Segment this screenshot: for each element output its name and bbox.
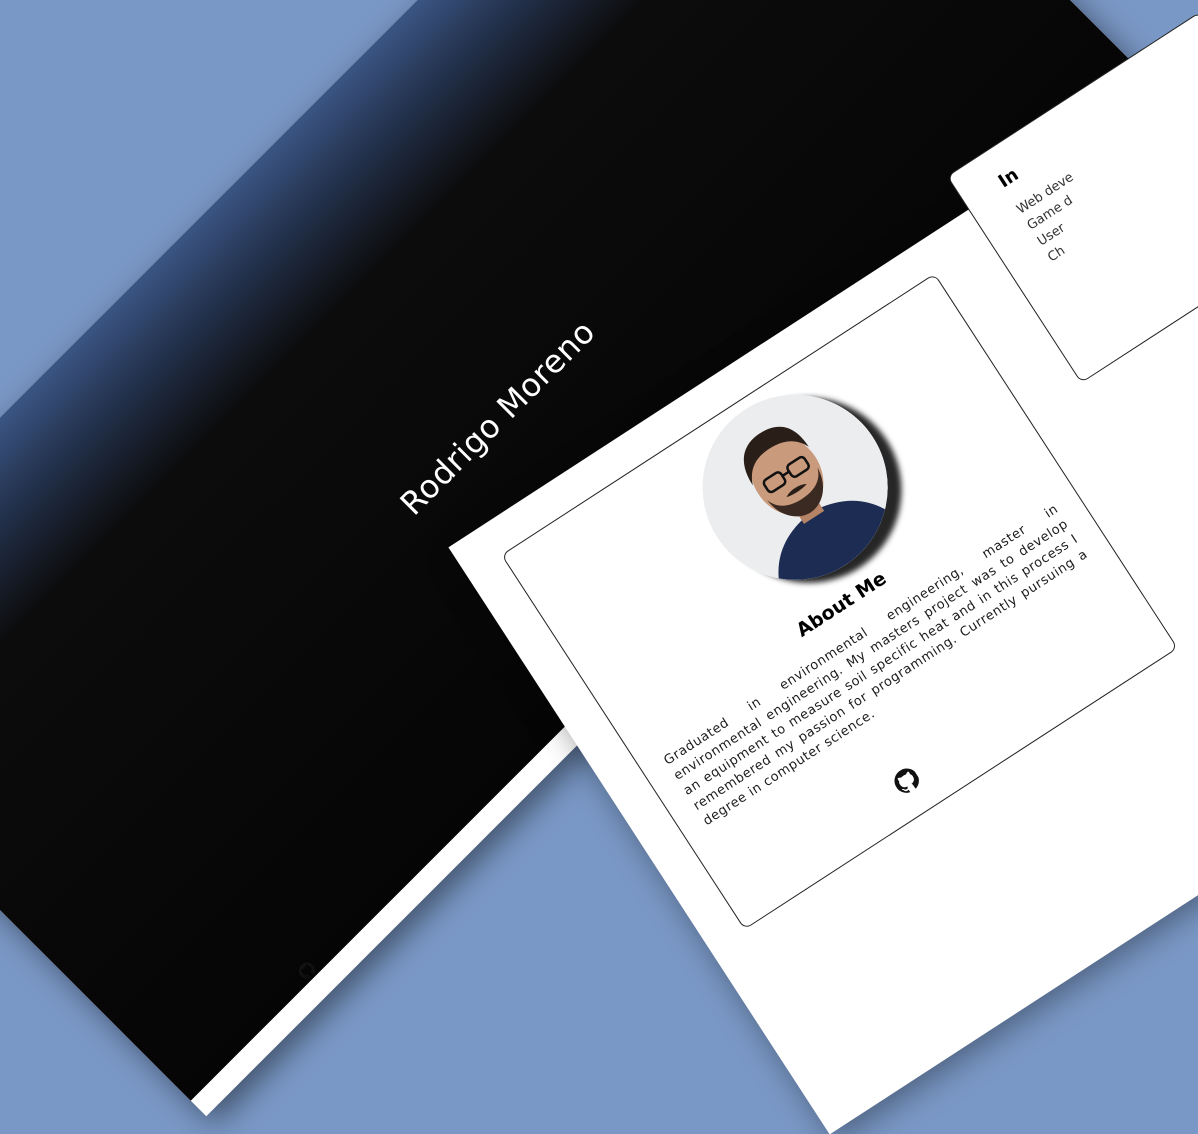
- interests-list: Web deve Game d User Ch: [1013, 168, 1108, 267]
- interests-title: In: [994, 164, 1023, 193]
